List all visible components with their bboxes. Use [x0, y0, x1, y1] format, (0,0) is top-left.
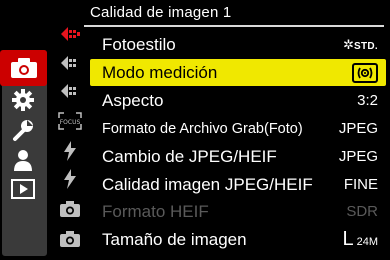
menu-item-cambio-jpeg-heif[interactable]: Cambio de JPEG/HEIF JPEG: [90, 143, 386, 170]
photo-style-icon: ✲STD.: [343, 37, 378, 52]
gear-icon: [11, 89, 34, 111]
menu-item-value: FINE: [343, 176, 378, 193]
quality-3-icon: [61, 84, 76, 98]
flash-icon-1: [64, 141, 76, 161]
menu-item-formato-archivo[interactable]: Formato de Archivo Grab(Foto) JPEG: [90, 115, 386, 142]
quality-2-icon: [61, 56, 76, 70]
image-size-letter: L: [342, 228, 354, 250]
menu-item-aspecto[interactable]: Aspecto 3:2: [90, 87, 386, 114]
menu-item-modo-medicion[interactable]: Modo medición: [90, 59, 386, 86]
category-playback[interactable]: [2, 175, 43, 203]
subpage-flash-2[interactable]: [52, 166, 88, 192]
menu-page-title: Calidad de imagen 1: [90, 4, 232, 21]
image-size-value: L 24M: [342, 228, 378, 251]
category-custom[interactable]: [2, 86, 43, 114]
menu-item-value: SDR: [346, 203, 378, 220]
svg-text:FOCUS: FOCUS: [60, 119, 81, 126]
person-icon: [13, 150, 32, 171]
focus-icon: FOCUS: [58, 112, 82, 130]
category-photo[interactable]: [0, 50, 47, 86]
menu-item-tamano-imagen[interactable]: Tamaño de imagen L 24M: [90, 226, 386, 253]
category-mymenu[interactable]: [2, 146, 43, 174]
category-setup[interactable]: [2, 116, 43, 144]
menu-item-fotoestilo[interactable]: Fotoestilo ✲STD.: [90, 31, 386, 58]
quality-1-icon: [61, 27, 80, 41]
header-divider: [84, 25, 384, 27]
menu-item-label: Modo medición: [102, 62, 218, 82]
photo-camera-icon: [10, 58, 37, 78]
menu-item-label: Fotoestilo: [102, 34, 176, 54]
subpage-camera-2[interactable]: [52, 226, 88, 252]
subpage-flash-1[interactable]: [52, 138, 88, 164]
multi-metering-icon: [352, 62, 378, 83]
menu-item-label: Formato de Archivo Grab(Foto): [102, 120, 303, 137]
menu-item-label: Cambio de JPEG/HEIF: [102, 146, 277, 166]
camera-icon-2: [60, 231, 80, 247]
image-size-megapixels: 24M: [356, 236, 378, 248]
subpage-camera-1[interactable]: [52, 196, 88, 222]
subpage-quality-3[interactable]: [52, 78, 88, 104]
camera-menu-screen: Calidad de imagen 1 FOCUS Fotoestilo ✲ST…: [0, 0, 390, 260]
subpage-quality-2[interactable]: [52, 50, 88, 76]
menu-item-label: Aspecto: [102, 90, 164, 110]
camera-icon-1: [60, 201, 80, 217]
wrench-icon: [12, 120, 33, 141]
menu-item-value: JPEG: [338, 120, 378, 137]
menu-item-label: Calidad imagen JPEG/HEIF: [102, 174, 313, 194]
menu-item-label: Tamaño de imagen: [102, 229, 247, 249]
menu-item-value: JPEG: [338, 148, 378, 165]
subpage-quality-1[interactable]: [52, 21, 88, 47]
flash-icon-2: [64, 169, 76, 189]
playback-icon: [10, 179, 35, 199]
menu-item-value: 3:2: [357, 92, 378, 109]
menu-item-calidad-imagen[interactable]: Calidad imagen JPEG/HEIF FINE: [90, 171, 386, 198]
menu-item-value: STD.: [354, 41, 378, 52]
menu-item-label: Formato HEIF: [102, 201, 209, 221]
subpage-focus[interactable]: FOCUS: [52, 108, 88, 134]
menu-item-formato-heif: Formato HEIF SDR: [90, 198, 386, 225]
